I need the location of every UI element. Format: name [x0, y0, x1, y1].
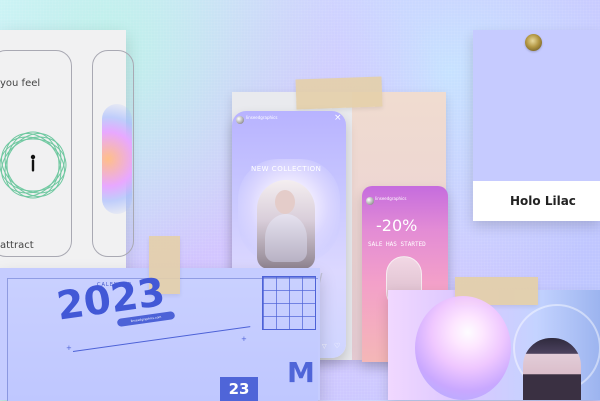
- swatch-title: Holo Lilac: [510, 194, 576, 208]
- calendar-month-letter: M: [287, 356, 315, 389]
- pin-icon: [525, 34, 542, 51]
- calendar-date: 23: [220, 377, 258, 401]
- discount-label: -20%: [376, 216, 418, 235]
- send-icon: ▽: [322, 343, 327, 350]
- profile-avatar: [236, 116, 244, 124]
- holographic-sphere: [415, 296, 511, 400]
- profile-avatar: [366, 197, 374, 205]
- story-handle: linseedgraphics: [246, 115, 278, 120]
- portrait-photo: [523, 338, 581, 400]
- story-handle: linseedgraphics: [375, 196, 407, 201]
- left-card-top-text: you feel: [0, 78, 41, 89]
- sale-label: SALE HAS STARTED: [368, 241, 426, 248]
- collection-headline: NEW COLLECTION: [251, 165, 322, 173]
- left-card-bottom-text: attract: [0, 240, 34, 251]
- plus-icon: +: [66, 344, 72, 352]
- left-card-color-glow: [102, 104, 132, 214]
- plus-icon: +: [241, 335, 247, 343]
- calendar-mini-grid: [262, 276, 316, 330]
- model-photo: [257, 180, 315, 269]
- top-masking-tape: [295, 76, 383, 110]
- left-card-ring-graphic: [0, 131, 67, 199]
- heart-icon: ♡: [334, 342, 341, 350]
- close-icon: ×: [334, 113, 342, 123]
